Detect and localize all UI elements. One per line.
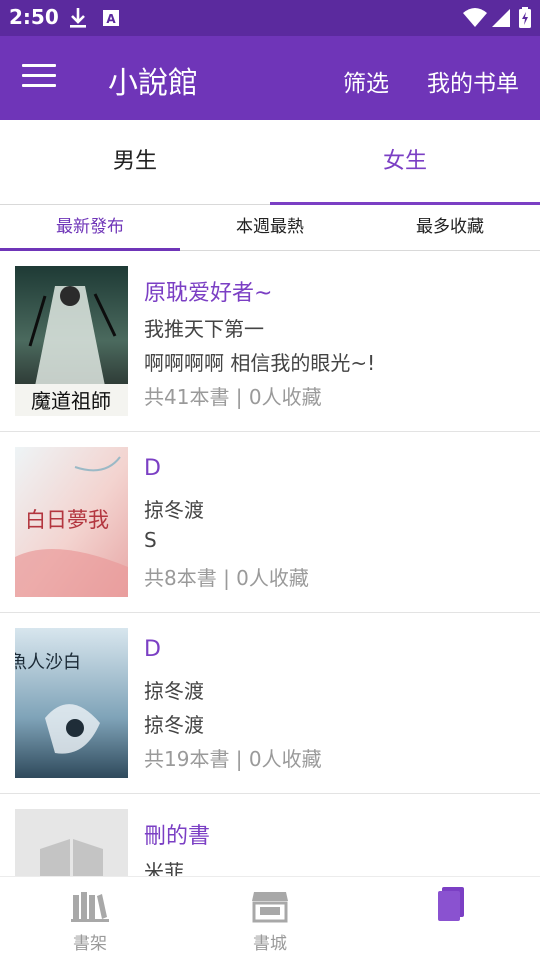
bookshelf-icon (71, 889, 109, 927)
cover-title-art: 白日夢我 (25, 508, 109, 532)
booklist-description: 啊啊啊啊 相信我的眼光~! (144, 351, 376, 375)
nav-label: 書架 (73, 934, 107, 954)
status-time: 2:50 (9, 5, 59, 29)
status-bar: 2:50 A (0, 0, 540, 36)
gender-tabs: 男生 女生 (0, 120, 540, 205)
booklist-meta: 共41本書 | 0人收藏 (144, 385, 322, 409)
book-cover: 白日夢我 (15, 447, 128, 597)
nav-bookshelf[interactable]: 書架 (0, 877, 180, 960)
book-cover-placeholder (15, 809, 128, 876)
booklist-meta: 共19本書 | 0人收藏 (144, 747, 322, 771)
booklist-author: 米菲 (144, 860, 184, 876)
menu-icon[interactable] (22, 64, 56, 90)
booklist-author: 我推天下第一 (144, 317, 264, 341)
nav-booklist[interactable] (360, 877, 540, 960)
list-item[interactable]: 白日夢我 D 掠冬渡 S 共8本書 | 0人收藏 (0, 432, 540, 613)
booklist-title: D (144, 637, 161, 662)
tab-most-favorited[interactable]: 最多收藏 (360, 205, 540, 251)
booklist-description: S (144, 528, 157, 552)
booklist-title: D (144, 456, 161, 481)
bottom-nav: 書架 書城 (0, 876, 540, 960)
book-cover: 魚人沙白 (15, 628, 128, 778)
signal-icon (490, 6, 512, 34)
a-notification-icon: A (101, 6, 121, 34)
list-item[interactable]: 刪的書 米菲 (0, 794, 540, 876)
app-bar: 小說館 筛选 我的书单 (0, 36, 540, 120)
download-icon (68, 6, 88, 34)
booklist-list: 魔道祖師 原耽爱好者~ 我推天下第一 啊啊啊啊 相信我的眼光~! 共41本書 |… (0, 251, 540, 876)
my-booklist-button[interactable]: 我的书单 (427, 64, 519, 98)
booklist-author: 掠冬渡 (144, 679, 204, 703)
book-cover: 魔道祖師 (15, 266, 128, 416)
tab-male[interactable]: 男生 (0, 120, 270, 205)
booklist-author: 掠冬渡 (144, 498, 204, 522)
cover-title-art: 魚人沙白 (15, 652, 81, 673)
battery-icon (518, 6, 532, 34)
list-item[interactable]: 魔道祖師 原耽爱好者~ 我推天下第一 啊啊啊啊 相信我的眼光~! 共41本書 |… (0, 251, 540, 432)
booklist-icon (438, 887, 466, 925)
tab-newest[interactable]: 最新發布 (0, 205, 180, 251)
app-title: 小說館 (108, 66, 198, 101)
nav-label: 書城 (253, 934, 287, 954)
cover-title-art: 魔道祖師 (31, 389, 111, 413)
book-placeholder-icon (40, 839, 103, 876)
booklist-title: 刪的書 (144, 824, 211, 849)
tab-female[interactable]: 女生 (270, 120, 540, 205)
booklist-title: 原耽爱好者~ (144, 281, 273, 306)
store-icon (251, 889, 289, 927)
booklist-meta: 共8本書 | 0人收藏 (144, 566, 309, 590)
filter-button[interactable]: 筛选 (343, 64, 389, 98)
sort-tabs: 最新發布 本週最熱 最多收藏 (0, 205, 540, 251)
nav-store[interactable]: 書城 (180, 877, 360, 960)
booklist-description: 掠冬渡 (144, 713, 204, 737)
wifi-icon (462, 6, 488, 34)
svg-text:A: A (106, 12, 116, 26)
tab-hottest-week[interactable]: 本週最熱 (180, 205, 360, 251)
list-item[interactable]: 魚人沙白 D 掠冬渡 掠冬渡 共19本書 | 0人收藏 (0, 613, 540, 794)
